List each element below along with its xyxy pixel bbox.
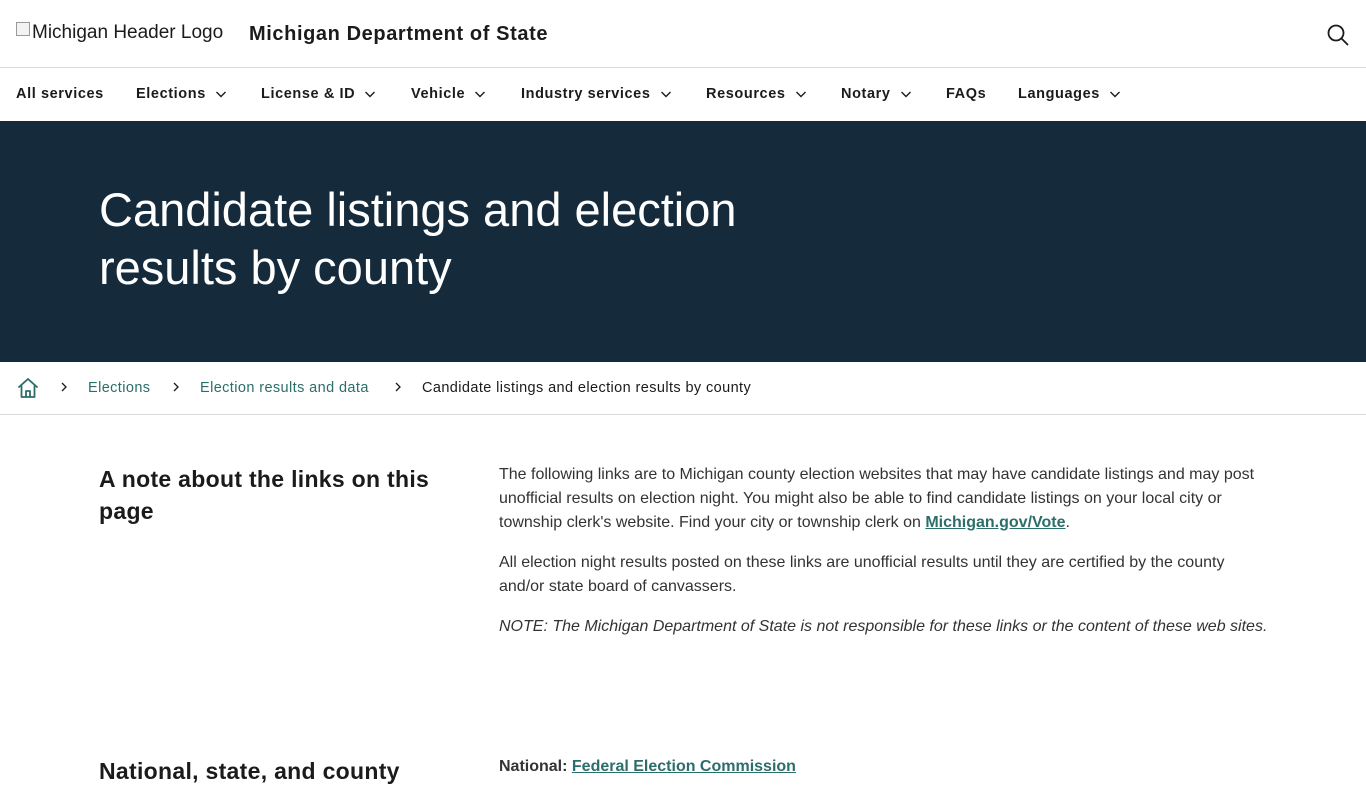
nav-label: Industry services	[521, 86, 651, 102]
nav-label: Notary	[841, 86, 891, 102]
nav-languages[interactable]: Languages	[1018, 86, 1121, 102]
chevron-down-icon	[660, 91, 671, 98]
search-icon	[1327, 24, 1349, 46]
nav-label: All services	[16, 86, 104, 102]
site-header: Michigan Header Logo Michigan Department…	[0, 0, 1366, 68]
nav-label: FAQs	[946, 86, 987, 102]
section-content: The following links are to Michigan coun…	[499, 463, 1269, 655]
intro-paragraph: The following links are to Michigan coun…	[499, 463, 1269, 535]
nav-faqs[interactable]: FAQs	[946, 86, 986, 102]
site-title[interactable]: Michigan Department of State	[249, 23, 548, 46]
national-links: National: Federal Election Commission	[499, 755, 796, 779]
breadcrumb-elections[interactable]: Elections	[88, 380, 150, 396]
section-heading: A note about the links on this page	[99, 466, 430, 524]
nav-label: Languages	[1018, 86, 1100, 102]
home-icon[interactable]	[16, 376, 40, 400]
section-heading-national: National, state, and county	[99, 758, 400, 784]
hero-banner: Candidate listings and election results …	[0, 121, 1366, 362]
michigan-vote-link[interactable]: Michigan.gov/Vote	[925, 514, 1065, 531]
nav-elections[interactable]: Elections	[136, 86, 227, 102]
breadcrumb-election-results[interactable]: Election results and data	[200, 380, 369, 396]
nav-label: Vehicle	[411, 86, 466, 102]
intro-text: The following links are to Michigan coun…	[499, 466, 1255, 531]
nav-resources[interactable]: Resources	[706, 86, 807, 102]
nav-vehicle[interactable]: Vehicle	[411, 86, 486, 102]
chevron-down-icon	[475, 91, 486, 98]
nav-industry-services[interactable]: Industry services	[521, 86, 672, 102]
chevron-down-icon	[215, 91, 226, 98]
nav-label: License & ID	[261, 86, 356, 102]
chevron-down-icon	[365, 91, 376, 98]
national-label: National:	[499, 758, 572, 775]
chevron-right-icon	[395, 382, 401, 392]
chevron-right-icon	[61, 382, 67, 392]
intro-end: .	[1065, 514, 1070, 531]
nav-license-id[interactable]: License & ID	[261, 86, 376, 102]
chevron-down-icon	[900, 91, 911, 98]
nav-all-services[interactable]: All services	[16, 86, 104, 102]
fec-link[interactable]: Federal Election Commission	[572, 758, 796, 775]
nav-label: Elections	[136, 86, 206, 102]
michigan-header-logo[interactable]: Michigan Header Logo	[16, 22, 223, 44]
breadcrumb: Elections Election results and data Cand…	[0, 362, 1366, 415]
breadcrumb-current: Candidate listings and election results …	[422, 380, 752, 396]
logo-alt-text: Michigan Header Logo	[32, 22, 224, 43]
page-title: Candidate listings and election results …	[99, 183, 737, 294]
nav-notary[interactable]: Notary	[841, 86, 912, 102]
disclaimer-note: NOTE: The Michigan Department of State i…	[499, 618, 1268, 635]
broken-image-icon	[16, 22, 30, 36]
chevron-right-icon	[173, 382, 179, 392]
nav-label: Resources	[706, 86, 786, 102]
unofficial-results-paragraph: All election night results posted on the…	[499, 554, 1225, 595]
chevron-down-icon	[795, 91, 806, 98]
chevron-down-icon	[1109, 91, 1120, 98]
main-navigation: All services Elections License & ID Vehi…	[0, 69, 1366, 121]
search-button[interactable]	[1326, 23, 1350, 47]
